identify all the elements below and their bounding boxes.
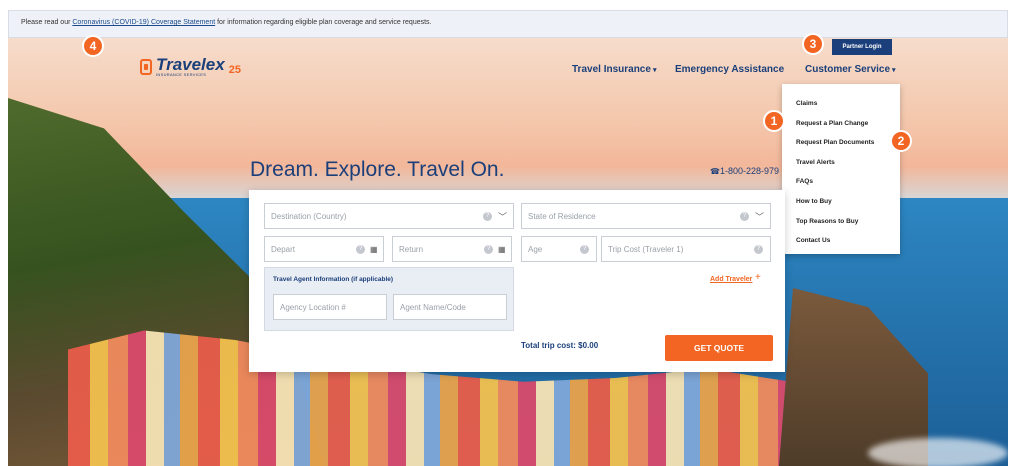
help-icon[interactable]: ? <box>484 244 493 254</box>
trip-cost-input[interactable]: Trip Cost (Traveler 1) ? <box>601 236 771 262</box>
logo-word: Travelex <box>156 55 225 74</box>
logo-anniversary: 25 <box>228 63 241 76</box>
nav-customer-service-label: Customer Service <box>805 64 891 75</box>
dropdown-item-top-reasons-to-buy[interactable]: Top Reasons to Buy <box>796 212 886 232</box>
nav-emergency-assistance[interactable]: Emergency Assistance <box>675 64 784 75</box>
caret-down-icon: ▾ <box>652 67 657 74</box>
dropdown-item-request-plan-change[interactable]: Request a Plan Change <box>796 114 886 134</box>
dropdown-item-faqs[interactable]: FAQs <box>796 172 886 192</box>
hero-headline: Dream. Explore. Travel On. <box>250 158 505 181</box>
age-placeholder: Age <box>528 244 543 254</box>
return-date-input[interactable]: Return ? ▦ <box>392 236 512 262</box>
logo-text: Travelex INSURANCE SERVICES <box>156 56 225 77</box>
agent-name-code-input[interactable]: Agent Name/Code <box>393 294 507 320</box>
help-icon[interactable]: ? <box>740 211 749 221</box>
notice-suffix: for information regarding eligible plan … <box>215 19 432 26</box>
annotation-badge-3: 3 <box>802 33 824 55</box>
phone-number[interactable]: ☎1-800-228-979 <box>710 166 782 176</box>
calendar-icon[interactable]: ▦ <box>498 245 506 254</box>
notice-prefix: Please read our <box>21 19 73 26</box>
total-trip-cost: Total trip cost: $0.00 <box>521 341 599 350</box>
travel-agent-title: Travel Agent Information (if applicable) <box>273 276 394 283</box>
help-icon[interactable]: ? <box>580 244 589 254</box>
agency-location-input[interactable]: Agency Location # <box>273 294 387 320</box>
dropdown-item-claims[interactable]: Claims <box>796 94 886 114</box>
travelex-logo-icon <box>140 58 152 75</box>
caret-down-icon: ▾ <box>892 67 896 74</box>
dropdown-item-request-plan-documents[interactable]: Request Plan Documents <box>796 133 886 153</box>
state-placeholder: State of Residence <box>528 211 596 221</box>
travelex-logo[interactable]: Travelex INSURANCE SERVICES 25 <box>140 56 241 77</box>
depart-placeholder: Depart <box>271 244 296 254</box>
nav-travel-insurance-label: Travel Insurance <box>572 64 651 75</box>
travel-agent-section: Travel Agent Information (if applicable)… <box>264 267 514 331</box>
help-icon[interactable]: ? <box>483 211 492 221</box>
depart-date-input[interactable]: Depart ? ▦ <box>264 236 384 262</box>
plus-icon[interactable]: + <box>755 272 761 283</box>
state-of-residence-select[interactable]: State of Residence ? ﹀ <box>521 203 771 229</box>
annotation-badge-1: 1 <box>763 110 785 132</box>
hero-surf <box>868 438 1008 466</box>
nav-emergency-assistance-label: Emergency Assistance <box>675 64 785 75</box>
nav-customer-service[interactable]: Customer Service ▾ <box>805 64 896 75</box>
add-traveler-link[interactable]: Add Traveler <box>710 276 752 283</box>
phone-number-label: 1-800-228-979 <box>719 166 780 176</box>
covid-notice-bar: Please read our Coronavirus (COVID-19) C… <box>8 10 1008 38</box>
chevron-down-icon: ﹀ <box>498 211 508 222</box>
phone-icon: ☎ <box>710 167 720 176</box>
destination-placeholder: Destination (Country) <box>271 211 347 221</box>
age-input[interactable]: Age ? <box>521 236 597 262</box>
customer-service-dropdown: Claims Request a Plan Change Request Pla… <box>782 84 900 254</box>
agent-name-placeholder: Agent Name/Code <box>400 302 466 312</box>
trip-cost-placeholder: Trip Cost (Traveler 1) <box>608 244 684 254</box>
agency-location-placeholder: Agency Location # <box>280 302 346 312</box>
help-icon[interactable]: ? <box>356 244 365 254</box>
annotation-badge-2: 2 <box>890 130 912 152</box>
covid-statement-link[interactable]: Coronavirus (COVID-19) Coverage Statemen… <box>72 19 215 26</box>
partner-login-button[interactable]: Partner Login <box>832 39 892 55</box>
nav-travel-insurance[interactable]: Travel Insurance ▾ <box>572 64 656 75</box>
return-placeholder: Return <box>399 244 424 254</box>
quote-form: Destination (Country) ? ﹀ State of Resid… <box>249 190 785 372</box>
get-quote-button[interactable]: GET QUOTE <box>665 335 773 361</box>
dropdown-item-how-to-buy[interactable]: How to Buy <box>796 192 886 212</box>
destination-select[interactable]: Destination (Country) ? ﹀ <box>264 203 514 229</box>
dropdown-item-contact-us[interactable]: Contact Us <box>796 231 886 251</box>
annotation-badge-4: 4 <box>82 35 104 57</box>
calendar-icon[interactable]: ▦ <box>370 245 378 254</box>
help-icon[interactable]: ? <box>754 244 763 254</box>
logo-sub: INSURANCE SERVICES <box>156 72 207 77</box>
chevron-down-icon: ﹀ <box>755 211 765 222</box>
dropdown-item-travel-alerts[interactable]: Travel Alerts <box>796 153 886 173</box>
